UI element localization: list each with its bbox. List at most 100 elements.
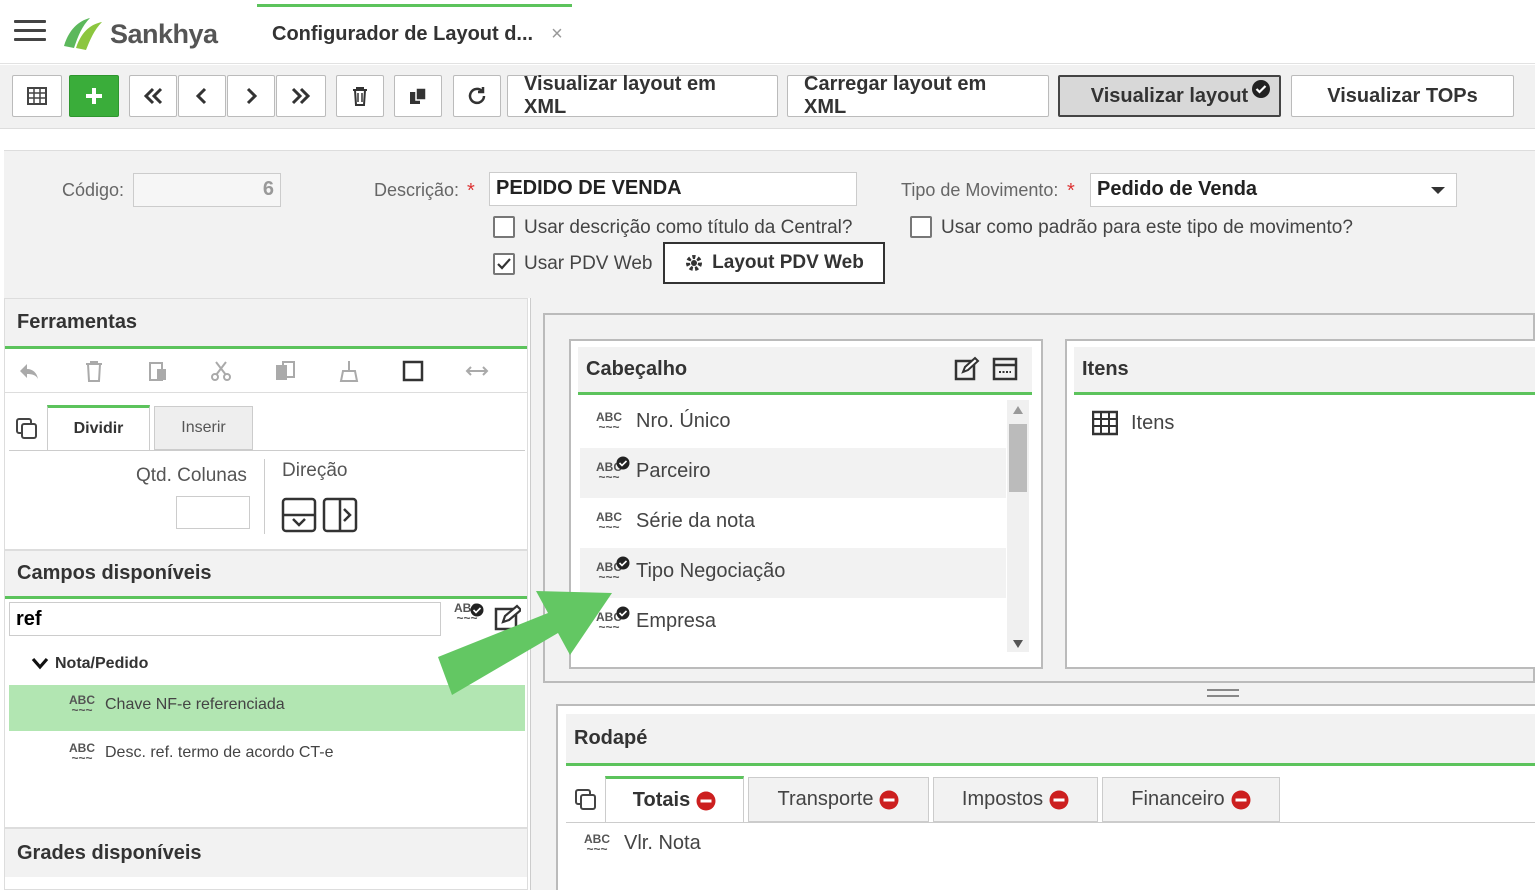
descricao-label: Descrição: bbox=[374, 180, 460, 200]
copy-window-icon[interactable] bbox=[574, 788, 598, 812]
chevron-down-icon bbox=[1431, 187, 1445, 194]
tab-dividir-label: Dividir bbox=[73, 420, 124, 437]
rodape-header: Rodapé bbox=[566, 714, 1535, 766]
text-field-checked-icon: ABC ~~~ bbox=[594, 456, 630, 483]
tab-configurador[interactable]: Configurador de Layout d... × bbox=[257, 4, 572, 62]
layout-pdv-web-button[interactable]: Layout PDV Web bbox=[663, 242, 885, 284]
divider bbox=[566, 822, 1535, 823]
list-item[interactable]: ABC ~~~ Chave NF-e referenciada bbox=[67, 693, 285, 717]
ferramentas-title: Ferramentas bbox=[17, 311, 138, 333]
campos-search-input[interactable] bbox=[9, 602, 441, 636]
tab-transporte-label: Transporte bbox=[777, 788, 874, 810]
trash-icon[interactable] bbox=[82, 359, 106, 383]
codigo-label: Código: bbox=[62, 180, 125, 200]
checkmark-icon bbox=[497, 258, 511, 270]
grid-icon bbox=[27, 87, 47, 105]
layout-pdv-web-label: Layout PDV Web bbox=[712, 252, 864, 273]
tab-totais[interactable]: Totais bbox=[605, 776, 744, 822]
view-xml-button[interactable]: Visualizar layout em XML bbox=[507, 73, 778, 118]
tab-inserir[interactable]: Inserir bbox=[154, 406, 253, 450]
delete-button[interactable] bbox=[336, 75, 384, 117]
descricao-field[interactable]: PEDIDO DE VENDA bbox=[489, 172, 857, 206]
remove-circle-icon[interactable] bbox=[1049, 790, 1069, 810]
tab-financeiro[interactable]: Financeiro bbox=[1102, 777, 1280, 822]
load-xml-button[interactable]: Carregar layout em XML bbox=[787, 73, 1049, 118]
titulo-central-checkbox[interactable] bbox=[493, 216, 515, 238]
grid-item[interactable]: Itens bbox=[1092, 410, 1174, 436]
first-record-button[interactable] bbox=[129, 75, 177, 117]
pdv-web-checkbox[interactable] bbox=[493, 253, 515, 275]
text-field-icon: ABC ~~~ bbox=[596, 509, 622, 534]
tipo-movimento-select[interactable]: Pedido de Venda bbox=[1090, 173, 1457, 207]
check-circle-icon bbox=[1252, 80, 1270, 98]
double-chevron-right-icon bbox=[291, 87, 311, 105]
tab-impostos[interactable]: Impostos bbox=[933, 777, 1098, 822]
direcao-label: Direção bbox=[282, 460, 348, 481]
field-row[interactable]: ABC ~~~ Vlr. Nota bbox=[582, 832, 701, 855]
qtd-colunas-input[interactable] bbox=[176, 496, 250, 529]
scissors-icon[interactable] bbox=[209, 359, 233, 383]
edit-icon[interactable] bbox=[954, 356, 980, 382]
refresh-icon bbox=[468, 87, 486, 105]
view-layout-button[interactable]: Visualizar layout bbox=[1058, 75, 1281, 117]
double-chevron-left-icon bbox=[143, 87, 163, 105]
refresh-button[interactable] bbox=[453, 75, 501, 117]
remove-circle-icon[interactable] bbox=[879, 790, 899, 810]
clipboard-icon[interactable] bbox=[273, 359, 297, 383]
scrollbar-thumb[interactable] bbox=[1009, 424, 1027, 492]
divider bbox=[264, 459, 265, 534]
text-field-icon: ABC ~~~ bbox=[69, 693, 95, 717]
copy-window-icon[interactable] bbox=[15, 417, 39, 441]
remove-circle-icon[interactable] bbox=[696, 791, 716, 811]
qtd-colunas-label: Qtd. Colunas bbox=[136, 465, 247, 486]
undo-icon[interactable] bbox=[17, 359, 41, 383]
nota-pedido-group[interactable]: Nota/Pedido bbox=[31, 655, 148, 673]
table-icon bbox=[1092, 410, 1118, 436]
field-label: Parceiro bbox=[636, 460, 711, 482]
square-icon[interactable] bbox=[401, 359, 425, 383]
chevron-right-icon bbox=[246, 87, 258, 105]
field-row[interactable]: ABC ~~~ Nro. Único bbox=[594, 410, 730, 433]
text-field-checked-icon: ABC ~~~ bbox=[594, 556, 630, 583]
remove-circle-icon[interactable] bbox=[1231, 790, 1251, 810]
text-field-icon: ABC ~~~ bbox=[584, 831, 610, 856]
grid-view-button[interactable] bbox=[12, 75, 62, 117]
direction-vertical-icon[interactable] bbox=[281, 497, 317, 533]
splitter-handle-icon[interactable] bbox=[1207, 688, 1239, 698]
direction-horizontal-icon[interactable] bbox=[322, 497, 358, 533]
tipo-movimento-label: Tipo de Movimento: bbox=[901, 180, 1059, 200]
last-record-button[interactable] bbox=[276, 75, 326, 117]
tab-inserir-label: Inserir bbox=[181, 419, 226, 436]
nota-pedido-label: Nota/Pedido bbox=[55, 655, 149, 672]
scroll-down-icon[interactable] bbox=[1013, 640, 1023, 648]
hamburger-menu-icon[interactable] bbox=[14, 20, 46, 46]
view-layout-label: Visualizar layout bbox=[1090, 84, 1249, 107]
tab-impostos-label: Impostos bbox=[961, 788, 1044, 810]
field-row[interactable]: ABC ~~~ Série da nota bbox=[594, 510, 755, 533]
scrollbar[interactable] bbox=[1007, 400, 1029, 652]
grid-item-label: Itens bbox=[1131, 411, 1175, 434]
add-button[interactable] bbox=[69, 75, 119, 117]
previous-record-button[interactable] bbox=[178, 75, 226, 117]
scroll-up-icon[interactable] bbox=[1013, 406, 1023, 414]
grades-header: Grades disponíveis bbox=[5, 827, 527, 877]
annotation-arrow bbox=[438, 591, 612, 695]
field-row[interactable]: ABC ~~~ Tipo Negociação bbox=[594, 556, 786, 583]
campos-title: Campos disponíveis bbox=[17, 562, 212, 584]
broom-icon[interactable] bbox=[337, 359, 361, 383]
padrao-checkbox[interactable] bbox=[910, 216, 932, 238]
field-label: Empresa bbox=[636, 610, 717, 632]
duplicate-button[interactable] bbox=[394, 75, 442, 117]
tab-dividir[interactable]: Dividir bbox=[47, 405, 150, 450]
list-item[interactable]: ABC ~~~ Desc. ref. termo de acordo CT-e bbox=[67, 742, 334, 764]
view-tops-button[interactable]: Visualizar TOPs bbox=[1291, 75, 1514, 117]
window-settings-icon[interactable] bbox=[992, 356, 1018, 382]
next-record-button[interactable] bbox=[227, 75, 275, 117]
paste-icon[interactable] bbox=[146, 359, 170, 383]
field-label: Tipo Negociação bbox=[636, 560, 786, 582]
field-row[interactable]: ABC ~~~ Parceiro bbox=[594, 456, 711, 483]
arrows-horizontal-icon[interactable] bbox=[465, 359, 489, 383]
copy-icon bbox=[410, 87, 427, 104]
tab-close-icon[interactable]: × bbox=[551, 23, 563, 46]
tab-transporte[interactable]: Transporte bbox=[748, 777, 929, 822]
